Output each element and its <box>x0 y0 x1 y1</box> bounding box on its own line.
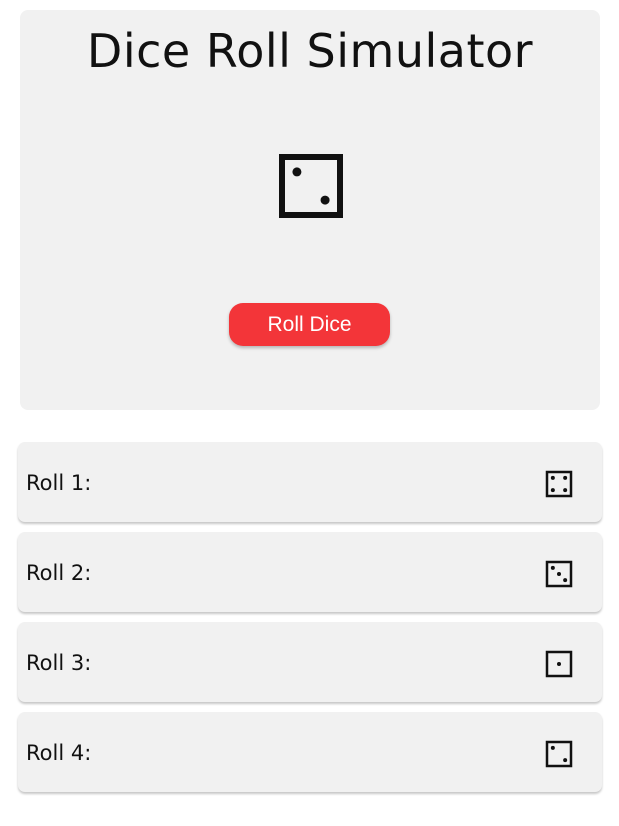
die-face-1-icon <box>545 650 573 678</box>
die-pip <box>563 488 568 493</box>
history-row-1: Roll 1: <box>18 442 602 522</box>
history-row-4: Roll 4: <box>18 712 602 792</box>
die-face-4-icon <box>545 470 573 498</box>
die-pip <box>550 745 555 750</box>
roll-history-list: Roll 1: Roll 2: Roll 3: Roll 4: <box>18 442 602 802</box>
roll-dice-button[interactable]: Roll Dice <box>229 303 390 346</box>
die-pip <box>557 662 561 666</box>
history-row-3: Roll 3: <box>18 622 602 702</box>
dice-simulator-card: Dice Roll Simulator Roll Dice <box>20 10 600 410</box>
roll-label: Roll 1: <box>26 471 92 495</box>
roll-label: Roll 4: <box>26 741 92 765</box>
roll-label: Roll 2: <box>26 561 92 585</box>
die-pip <box>320 195 330 205</box>
die-pip <box>557 572 561 576</box>
die-pip <box>550 475 555 480</box>
die-face-2-icon <box>279 154 343 218</box>
die-pip <box>563 475 568 480</box>
history-row-2: Roll 2: <box>18 532 602 612</box>
die-pip <box>563 578 568 583</box>
die-face-3-icon <box>545 560 573 588</box>
page-title: Dice Roll Simulator <box>86 24 534 78</box>
die-pip <box>550 565 555 570</box>
die-pip <box>563 758 568 763</box>
die-pip <box>292 167 302 177</box>
die-face-2-icon <box>545 740 573 768</box>
die-pip <box>550 488 555 493</box>
roll-label: Roll 3: <box>26 651 92 675</box>
